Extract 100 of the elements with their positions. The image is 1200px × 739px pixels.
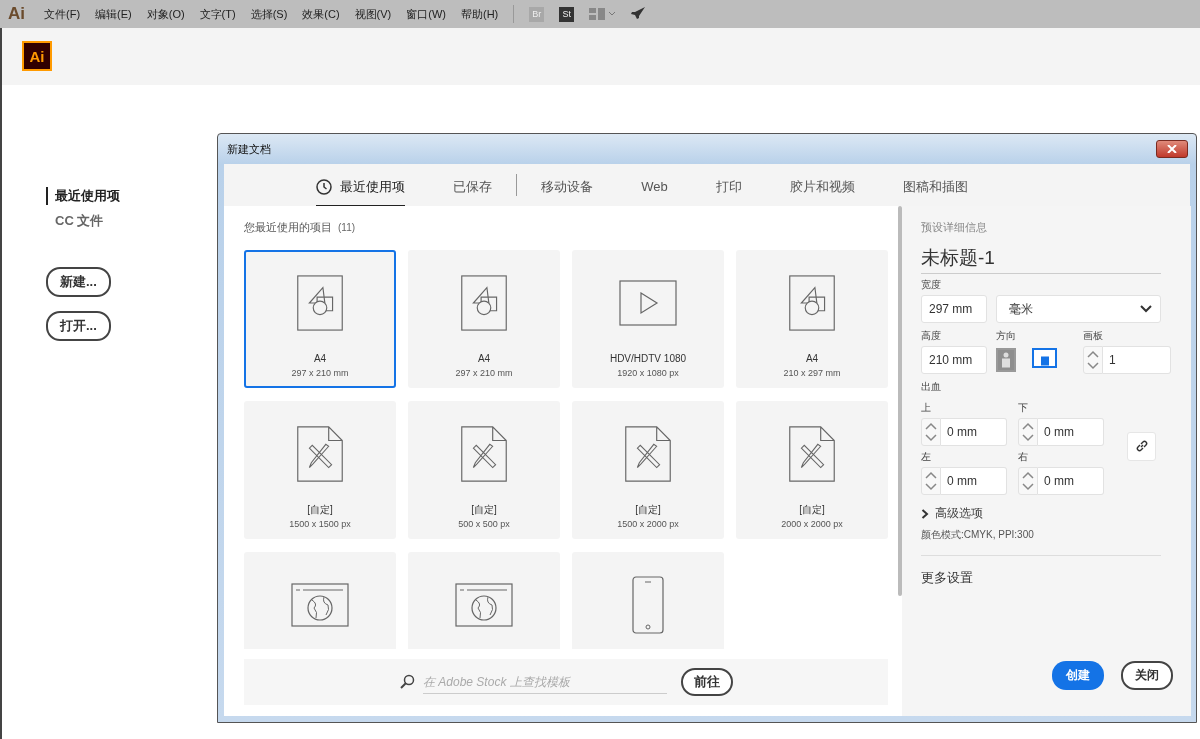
preset-card[interactable]: A4 297 x 210 mm xyxy=(408,250,560,388)
stepper-arrows-icon[interactable] xyxy=(921,418,941,446)
document-name-field[interactable]: 未标题-1 xyxy=(921,241,1161,274)
stock-search-field[interactable]: 在 Adobe Stock 上查找模板 xyxy=(423,670,667,694)
menu-item[interactable]: 帮助(H) xyxy=(461,6,499,22)
rocket-icon[interactable] xyxy=(630,6,647,22)
height-field[interactable]: 210 mm xyxy=(921,346,987,374)
bleed-field[interactable]: 0 mm xyxy=(941,467,1007,495)
width-field[interactable]: 297 mm xyxy=(921,295,987,323)
dialog-title: 新建文档 xyxy=(226,141,271,157)
tab[interactable]: 打印 xyxy=(715,166,742,208)
advanced-options-toggle[interactable]: 高级选项 xyxy=(921,505,983,522)
document-shapes-icon xyxy=(787,274,837,332)
preset-name: A4 xyxy=(805,352,819,366)
color-mode-text: 颜色模式:CMYK, PPI:300 xyxy=(921,528,1034,542)
preset-size: 1500 x 1500 px xyxy=(289,518,351,531)
close-button[interactable] xyxy=(1156,140,1188,158)
stock-button[interactable]: St xyxy=(559,6,575,22)
close-icon xyxy=(1167,145,1177,153)
field-label: 下 xyxy=(1018,401,1028,415)
preset-size: 210 x 297 mm xyxy=(783,367,841,380)
app-logo: Ai xyxy=(22,41,52,71)
clock-icon xyxy=(316,178,333,195)
home-button[interactable]: 新建... xyxy=(46,267,111,297)
pencil-ruler-page-icon xyxy=(623,425,673,483)
tab[interactable]: 移动设备 xyxy=(541,166,594,208)
preset-card[interactable]: [自定] 1500 x 1500 px xyxy=(244,401,396,539)
stepper-arrows-icon[interactable] xyxy=(1018,418,1038,446)
field-label: 画板 xyxy=(1083,329,1103,343)
menu-item[interactable]: 文件(F) xyxy=(44,6,81,22)
menu-item[interactable]: 窗口(W) xyxy=(406,6,446,22)
preset-card[interactable]: A4 297 x 210 mm xyxy=(244,250,396,388)
bleed-field[interactable]: 0 mm xyxy=(941,418,1007,446)
preset-name: [自定] xyxy=(799,503,825,517)
tab[interactable]: 胶片和视频 xyxy=(789,166,855,208)
tab[interactable]: Web xyxy=(641,168,668,206)
landscape-button[interactable] xyxy=(1032,348,1057,368)
chevron-right-icon xyxy=(921,508,929,519)
stepper-arrows-icon[interactable] xyxy=(921,467,941,495)
go-button[interactable]: 前往 xyxy=(681,668,733,696)
artboards-field[interactable]: 1 xyxy=(1103,346,1171,374)
preset-card[interactable]: [自定] 500 x 500 px xyxy=(408,401,560,539)
preset-card[interactable] xyxy=(408,552,560,649)
menu-item[interactable]: 文字(T) xyxy=(199,6,236,22)
field-label: 左 xyxy=(921,450,931,464)
preset-card[interactable]: [自定] 2000 x 2000 px xyxy=(736,401,888,539)
preset-card[interactable]: A4 210 x 297 mm xyxy=(736,250,888,388)
preset-size: 1500 x 2000 px xyxy=(617,518,679,531)
menu-item[interactable]: 编辑(E) xyxy=(95,6,132,22)
pencil-ruler-page-icon xyxy=(295,425,345,483)
preset-name: [自定] xyxy=(307,503,333,517)
nav-item[interactable]: 最近使用项 xyxy=(46,187,120,205)
portrait-button[interactable] xyxy=(996,348,1016,372)
create-button[interactable]: 创建 xyxy=(1052,661,1104,690)
preset-name: [自定] xyxy=(471,503,497,517)
field-label: 高度 xyxy=(921,329,941,343)
more-settings-link[interactable]: 更多设置 xyxy=(921,569,973,587)
field-label: 出血 xyxy=(921,380,941,394)
link-button[interactable] xyxy=(1127,431,1156,461)
stepper-arrows-icon[interactable] xyxy=(1083,346,1103,374)
workspace-icon[interactable] xyxy=(589,7,616,21)
tab[interactable]: 图稿和插图 xyxy=(902,166,968,208)
preset-card[interactable] xyxy=(572,552,724,649)
preset-name: HDV/HDTV 1080 xyxy=(609,352,687,366)
pencil-ruler-page-icon xyxy=(459,425,509,483)
close-dialog-button[interactable]: 关闭 xyxy=(1121,661,1173,690)
field-label: 上 xyxy=(921,401,931,415)
preset-name: A4 xyxy=(477,352,491,366)
item-count: (11) xyxy=(338,222,356,233)
bleed-field[interactable]: 0 mm xyxy=(1038,467,1104,495)
preset-size: 297 x 210 mm xyxy=(291,367,349,380)
menu-item[interactable]: 视图(V) xyxy=(354,6,392,22)
units-dropdown[interactable]: 毫米 xyxy=(996,295,1161,323)
bleed-field[interactable]: 0 mm xyxy=(1038,418,1104,446)
chevron-down-icon xyxy=(1140,305,1152,313)
preset-card[interactable] xyxy=(244,552,396,649)
field-label: 右 xyxy=(1018,450,1028,464)
stepper-arrows-icon[interactable] xyxy=(1018,467,1038,495)
link-icon xyxy=(1134,439,1149,453)
preset-size: 1920 x 1080 px xyxy=(617,367,679,380)
search-icon xyxy=(399,674,415,690)
nav-item[interactable]: CC 文件 xyxy=(46,212,104,230)
phone-icon xyxy=(632,576,664,634)
home-button[interactable]: 打开... xyxy=(46,311,111,341)
preset-size: 500 x 500 px xyxy=(458,518,510,531)
section-heading: 您最近使用的项目 xyxy=(244,220,332,235)
field-label: 宽度 xyxy=(921,278,941,292)
scrollbar-thumb[interactable] xyxy=(898,206,902,596)
preset-card[interactable]: [自定] 1500 x 2000 px xyxy=(572,401,724,539)
menu-item[interactable]: 选择(S) xyxy=(250,6,288,22)
app-logo: Ai xyxy=(8,4,25,24)
menu-item[interactable]: 对象(O) xyxy=(146,6,185,22)
preset-card[interactable]: HDV/HDTV 1080 1920 x 1080 px xyxy=(572,250,724,388)
section-heading: 预设详细信息 xyxy=(921,220,987,235)
document-shapes-icon xyxy=(459,274,509,332)
menu-item[interactable]: 效果(C) xyxy=(302,6,340,22)
pencil-ruler-page-icon xyxy=(787,425,837,483)
tab[interactable]: 已保存 xyxy=(453,166,493,208)
preset-name: [自定] xyxy=(635,503,661,517)
field-label: 方向 xyxy=(996,329,1016,343)
